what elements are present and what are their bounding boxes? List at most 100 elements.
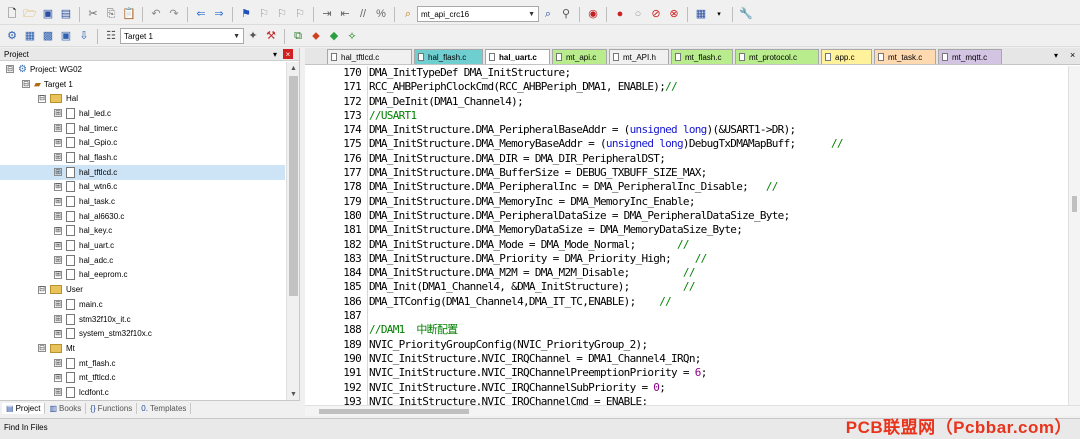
code-line[interactable]: DMA_InitStructure.DMA_Mode = DMA_Mode_No… xyxy=(369,238,1067,252)
editor-tab[interactable]: hal_flash.c xyxy=(414,49,483,64)
scroll-down-icon[interactable]: ▼ xyxy=(287,388,300,400)
code-line[interactable]: NVIC_InitStructure.NVIC_IRQChannelCmd = … xyxy=(369,395,1067,405)
editor-tab[interactable]: mt_task.c xyxy=(874,49,936,64)
expand-icon[interactable]: ⊞ xyxy=(54,329,62,338)
code-area[interactable]: DMA_InitTypeDef DMA_InitStructure; RCC_AH… xyxy=(369,66,1067,405)
code-line[interactable]: DMA_InitTypeDef DMA_InitStructure; xyxy=(369,66,1067,80)
expand-icon[interactable]: ⊞ xyxy=(54,315,62,324)
scrollbar-thumb[interactable] xyxy=(319,409,469,414)
paste-icon[interactable]: 📋 xyxy=(121,6,137,22)
debug-start-icon[interactable]: ◉ xyxy=(585,6,601,22)
code-line[interactable]: DMA_InitStructure.DMA_DIR = DMA_DIR_Peri… xyxy=(369,152,1067,166)
save-all-icon[interactable]: ▤ xyxy=(58,6,74,22)
collapse-icon[interactable]: ⊟ xyxy=(38,285,46,294)
copy-icon[interactable]: ⎘ xyxy=(103,6,119,22)
collapse-icon[interactable]: ⊟ xyxy=(22,80,30,89)
find-in-files-icon[interactable]: ⌕ xyxy=(400,6,416,22)
tree-item-folder[interactable]: ⊟ Mt xyxy=(0,341,285,356)
tree-item-file[interactable]: ⊞ lcdfont.c xyxy=(0,385,285,400)
open-folder-icon[interactable]: 🗁 xyxy=(22,6,38,22)
pin-icon[interactable]: ▾ xyxy=(273,50,277,59)
tree-item-folder[interactable]: ⊟ Hal xyxy=(0,91,285,106)
editor-vertical-scrollbar[interactable] xyxy=(1068,66,1080,405)
code-line[interactable]: DMA_ITConfig(DMA1_Channel4,DMA_IT_TC,ENA… xyxy=(369,295,1067,309)
build-icon[interactable]: ▦ xyxy=(22,28,38,44)
expand-icon[interactable]: ⊞ xyxy=(54,256,62,265)
tree-item-file[interactable]: ⊞ hal_task.c xyxy=(0,194,285,209)
bookmark-next-icon[interactable]: ⚐ xyxy=(274,6,290,22)
tree-item-file[interactable]: ⊞ hal_uart.c xyxy=(0,238,285,253)
code-line[interactable]: DMA_DeInit(DMA1_Channel4); xyxy=(369,95,1067,109)
code-line[interactable]: DMA_InitStructure.DMA_M2M = DMA_M2M_Disa… xyxy=(369,266,1067,280)
code-line[interactable]: NVIC_PriorityGroupConfig(NVIC_PriorityGr… xyxy=(369,338,1067,352)
breakpoint-kill-icon[interactable]: ⊘ xyxy=(648,6,664,22)
tree-item-file[interactable]: ⊞ hal_Gpio.c xyxy=(0,135,285,150)
tree-item-file[interactable]: ⊞ mt_flash.c xyxy=(0,356,285,371)
tree-item-target[interactable]: ⊟ ▰ Target 1 xyxy=(0,77,285,92)
editor-tab[interactable]: mt_mqtt.c xyxy=(938,49,1002,64)
tree-item-file[interactable]: ⊞ system_stm32f10x.c xyxy=(0,326,285,341)
cut-icon[interactable]: ✂ xyxy=(85,6,101,22)
scrollbar-thumb[interactable] xyxy=(289,76,298,296)
panel-tab-books[interactable]: ▥ Books xyxy=(45,403,87,414)
tree-item-file[interactable]: ⊞ hal_tftlcd.c xyxy=(0,164,285,180)
tree-item-file[interactable]: ⊞ mt_tftlcd.c xyxy=(0,370,285,385)
code-line[interactable]: DMA_InitStructure.DMA_BufferSize = DEBUG… xyxy=(369,166,1067,180)
tab-list-icon[interactable]: ▾ xyxy=(1054,51,1058,60)
device-database-icon[interactable]: ⟡ xyxy=(344,28,360,44)
tree-item-project[interactable]: ⊟ ⚙ Project: WG02 xyxy=(0,62,285,77)
collapse-icon[interactable]: ⊟ xyxy=(38,94,46,103)
breakpoint-icon[interactable]: ● xyxy=(612,6,628,22)
expand-icon[interactable]: ⊞ xyxy=(54,109,62,118)
tree-item-file[interactable]: ⊞ hal_adc.c xyxy=(0,253,285,268)
code-line[interactable]: DMA_InitStructure.DMA_MemoryBaseAddr = (… xyxy=(369,137,1067,151)
code-line[interactable]: NVIC_InitStructure.NVIC_IRQChannel = DMA… xyxy=(369,352,1067,366)
tree-item-file[interactable]: ⊞ hal_eeprom.c xyxy=(0,268,285,283)
code-line[interactable]: NVIC_InitStructure.NVIC_IRQChannelPreemp… xyxy=(369,366,1067,380)
code-line[interactable]: DMA_InitStructure.DMA_MemoryDataSize = D… xyxy=(369,223,1067,237)
tree-item-file[interactable]: ⊞ main.c xyxy=(0,297,285,312)
collapse-icon[interactable]: ⊟ xyxy=(6,65,14,74)
code-line[interactable]: DMA_Init(DMA1_Channel4, &DMA_InitStructu… xyxy=(369,280,1067,294)
configure-icon[interactable]: 🔧 xyxy=(738,6,754,22)
code-line[interactable]: DMA_InitStructure.DMA_Priority = DMA_Pri… xyxy=(369,252,1067,266)
expand-icon[interactable]: ⊞ xyxy=(54,138,62,147)
indent-icon[interactable]: ⇥ xyxy=(319,6,335,22)
incremental-find-icon[interactable]: ⚲ xyxy=(558,6,574,22)
undo-icon[interactable]: ↶ xyxy=(148,6,164,22)
editor-tab[interactable]: hal_tftlcd.c xyxy=(327,49,412,64)
download-icon[interactable]: ⇩ xyxy=(76,28,92,44)
expand-icon[interactable]: ⊞ xyxy=(54,373,62,382)
uncomment-icon[interactable]: % xyxy=(373,6,389,22)
translate-icon[interactable]: ⚙ xyxy=(4,28,20,44)
project-tree-scrollbar[interactable]: ▲ ▼ xyxy=(286,62,299,400)
editor-tab[interactable]: hal_uart.c xyxy=(485,49,550,64)
bookmark-icon[interactable]: ⚑ xyxy=(238,6,254,22)
tree-item-file[interactable]: ⊞ hal_al6630.c xyxy=(0,209,285,224)
editor-tab[interactable]: mt_flash.c xyxy=(671,49,733,64)
code-line[interactable]: RCC_AHBPeriphClockCmd(RCC_AHBPeriph_DMA1… xyxy=(369,80,1067,94)
comment-icon[interactable]: // xyxy=(355,6,371,22)
tree-item-file[interactable]: ⊞ hal_wtn6.c xyxy=(0,180,285,195)
rte-icon[interactable]: ⧉ xyxy=(290,28,306,44)
code-line[interactable]: DMA_InitStructure.DMA_PeripheralDataSize… xyxy=(369,209,1067,223)
panel-tab-project[interactable]: ▤ Project xyxy=(2,403,46,414)
tree-item-file[interactable]: ⊞ stm32f10x_it.c xyxy=(0,312,285,327)
redo-icon[interactable]: ↷ xyxy=(166,6,182,22)
code-line[interactable]: //USART1 xyxy=(369,109,1067,123)
scroll-up-icon[interactable]: ▲ xyxy=(287,62,300,74)
expand-icon[interactable]: ⊞ xyxy=(54,124,62,133)
rebuild-icon[interactable]: ▩ xyxy=(40,28,56,44)
expand-icon[interactable]: ⊞ xyxy=(54,300,62,309)
expand-icon[interactable]: ⊞ xyxy=(54,226,62,235)
code-line[interactable]: //DAM1 中断配置 xyxy=(369,323,1067,337)
save-icon[interactable]: ▣ xyxy=(40,6,56,22)
close-icon[interactable]: × xyxy=(1070,50,1075,60)
find-icon[interactable]: ⌕ xyxy=(540,6,556,22)
scrollbar-thumb[interactable] xyxy=(1072,196,1077,212)
expand-icon[interactable]: ⊞ xyxy=(54,359,62,368)
expand-icon[interactable]: ⊞ xyxy=(54,212,62,221)
new-file-icon[interactable]: 🗋 xyxy=(4,6,20,22)
chevron-down-icon[interactable]: ▾ xyxy=(711,6,727,22)
expand-icon[interactable]: ⊞ xyxy=(54,182,62,191)
